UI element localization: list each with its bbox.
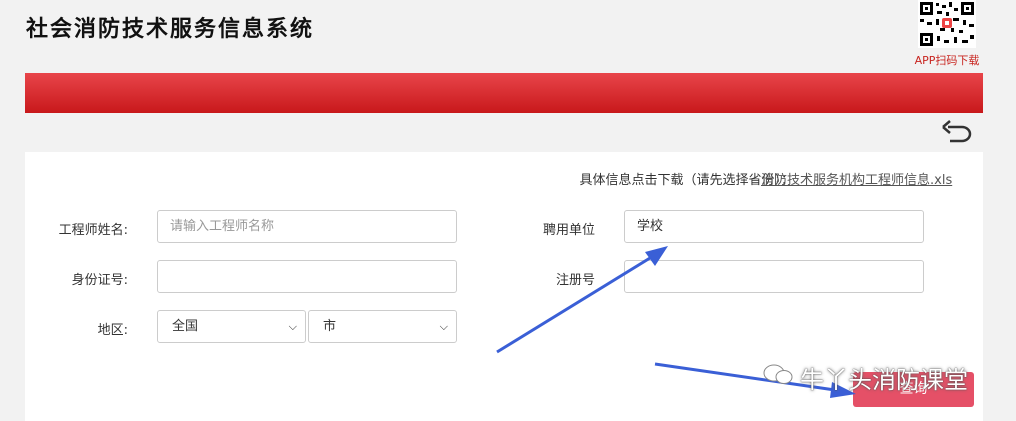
wechat-icon: [763, 364, 793, 384]
arrow-to-employer-head: [645, 246, 668, 266]
annotation-arrows: [496, 246, 856, 398]
arrow-to-employer: [496, 256, 651, 354]
watermark-text: 牛丫头消防课堂: [800, 366, 968, 394]
